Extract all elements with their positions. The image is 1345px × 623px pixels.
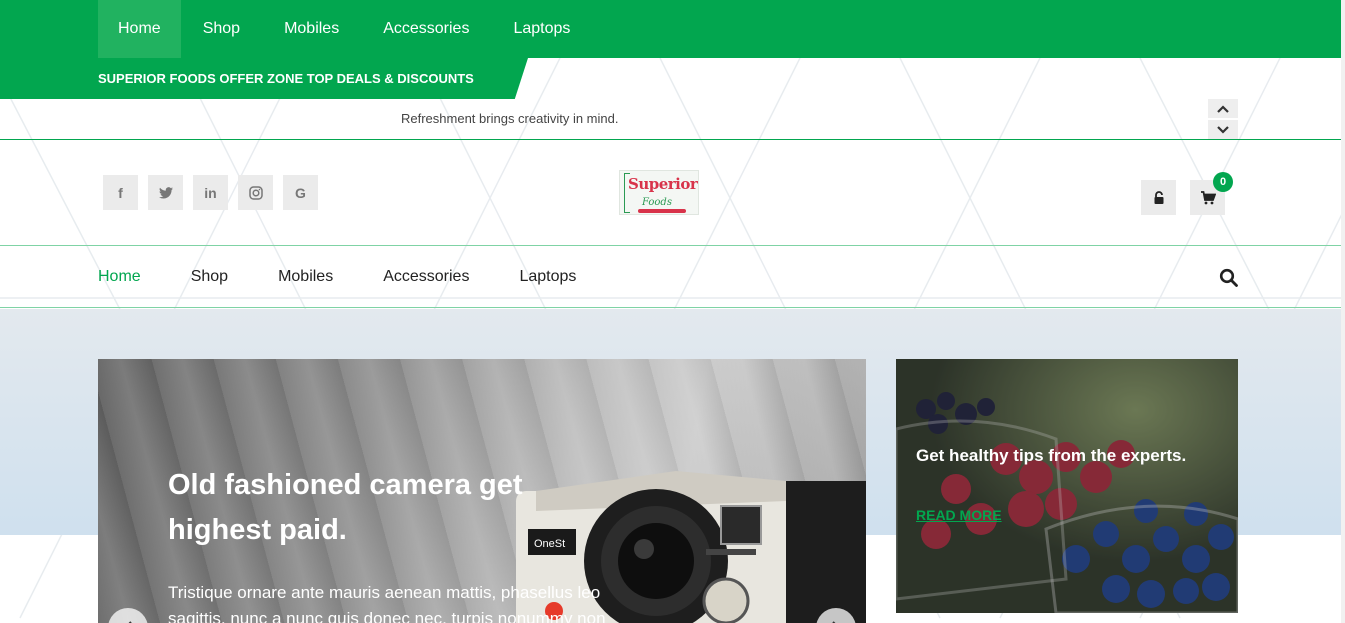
- unlock-icon: [1154, 190, 1163, 204]
- twitter-icon[interactable]: [148, 175, 183, 210]
- top-nav-home[interactable]: Home: [98, 0, 181, 58]
- hero-text: Tristique ornare ante mauris aenean matt…: [168, 583, 606, 623]
- ticker-up-button[interactable]: [1208, 99, 1238, 118]
- instagram-icon[interactable]: [238, 175, 273, 210]
- cart-icon: [1200, 190, 1216, 204]
- google-icon[interactable]: G: [283, 175, 318, 210]
- page-scrollbar[interactable]: [1341, 0, 1345, 623]
- main-nav-home[interactable]: Home: [98, 246, 141, 307]
- ticker-divider: [0, 139, 1341, 140]
- top-nav-bar: Home Shop Mobiles Accessories Laptops: [0, 0, 1341, 58]
- promo-card[interactable]: Get healthy tips from the experts. READ …: [896, 359, 1238, 613]
- top-nav-mobiles[interactable]: Mobiles: [262, 0, 361, 58]
- hero-title: Old fashioned camera get highest paid.: [168, 469, 523, 546]
- ticker-text[interactable]: Refreshment brings creativity in mind.: [401, 111, 618, 126]
- ticker-down-button[interactable]: [1208, 120, 1238, 139]
- top-nav-shop[interactable]: Shop: [181, 0, 262, 58]
- promo-card-title: Get healthy tips from the experts.: [916, 446, 1187, 465]
- top-nav-laptops[interactable]: Laptops: [491, 0, 592, 58]
- logo-subtext: Foods: [642, 197, 672, 208]
- main-nav-accessories[interactable]: Accessories: [383, 246, 469, 307]
- search-icon[interactable]: [1219, 268, 1239, 288]
- berries-image: [896, 359, 1238, 613]
- main-nav-bottom-border: [0, 307, 1341, 308]
- chevron-down-icon: [1217, 125, 1229, 134]
- hero-slide[interactable]: OneSt Old fashioned camera get highest p…: [98, 359, 866, 623]
- read-more-link[interactable]: READ MORE: [916, 507, 1002, 523]
- main-nav: Home Shop Mobiles Accessories Laptops: [98, 246, 626, 307]
- cart-count-badge: 0: [1213, 172, 1233, 192]
- linkedin-icon[interactable]: in: [193, 175, 228, 210]
- main-nav-shop[interactable]: Shop: [191, 246, 228, 307]
- top-nav-list: Home Shop Mobiles Accessories Laptops: [98, 0, 592, 58]
- top-nav-accessories[interactable]: Accessories: [361, 0, 491, 58]
- ticker-label: SUPERIOR FOODS OFFER ZONE TOP DEALS & DI…: [0, 58, 528, 99]
- main-nav-mobiles[interactable]: Mobiles: [278, 246, 333, 307]
- facebook-icon[interactable]: f: [103, 175, 138, 210]
- login-button[interactable]: [1141, 180, 1176, 215]
- chevron-up-icon: [1217, 104, 1229, 113]
- main-nav-laptops[interactable]: Laptops: [519, 246, 576, 307]
- logo-text: Superior: [628, 175, 698, 193]
- site-logo[interactable]: Superior Foods: [619, 170, 699, 215]
